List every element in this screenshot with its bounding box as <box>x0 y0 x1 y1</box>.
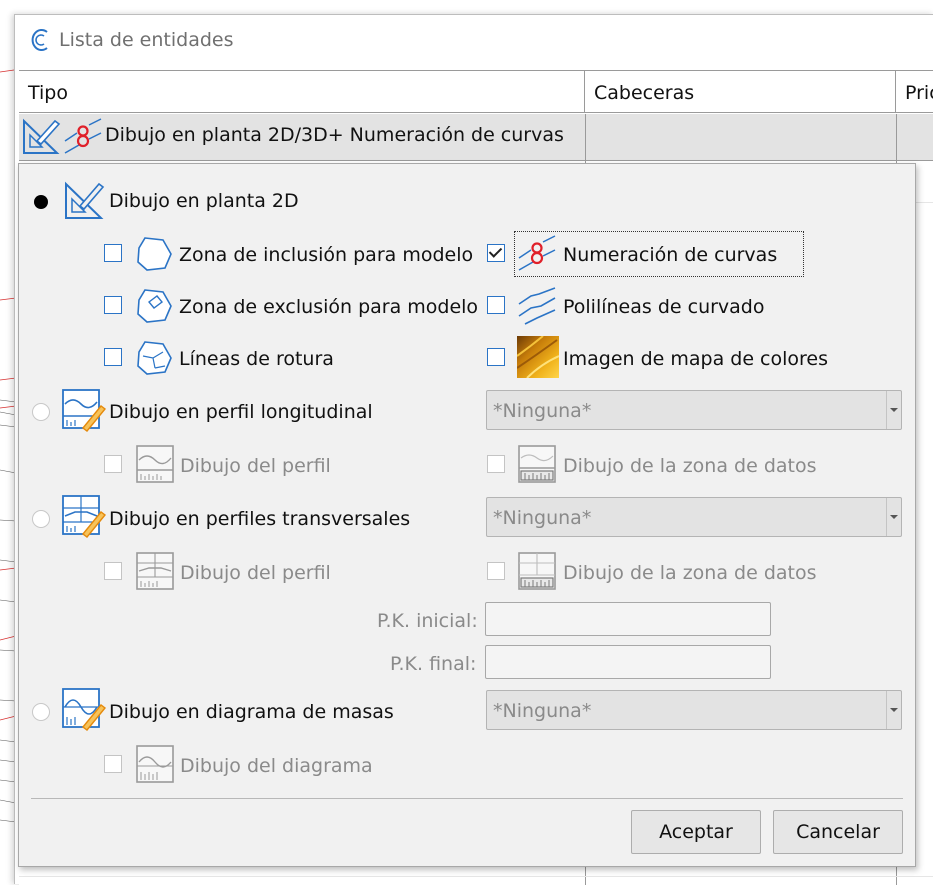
column-header-pric[interactable]: Pric <box>896 71 933 113</box>
checkbox-longitudinal-zona-datos[interactable] <box>487 455 505 473</box>
transversales-zona-datos-label: Dibujo de la zona de datos <box>563 562 817 584</box>
zona-inclusion-label: Zona de inclusión para modelo <box>179 244 474 266</box>
longitudinal-zona-datos-label: Dibujo de la zona de datos <box>563 455 817 477</box>
diagrama-masas-label: Dibujo en diagrama de masas <box>109 701 394 723</box>
checkbox-zona-exclusion[interactable] <box>104 296 122 314</box>
pk-final-input[interactable] <box>485 645 771 679</box>
longitudinal-select[interactable]: *Ninguna* <box>486 390 902 430</box>
checkbox-transversales-zona-datos[interactable] <box>487 562 505 580</box>
imagen-mapa-colores-label: Imagen de mapa de colores <box>563 348 829 370</box>
entity-type-popup: Dibujo en planta 2D Zona de inclusión pa… <box>18 163 916 867</box>
separator-line <box>31 798 903 799</box>
cross-section-icon <box>62 495 107 538</box>
cross-section-drawing-icon <box>136 552 174 590</box>
contour-numbering-icon <box>64 118 102 154</box>
longitudinal-select-value: *Ninguna* <box>493 400 592 422</box>
polilineas-curvado-label: Polilíneas de curvado <box>563 296 765 318</box>
data-zone-drawing-icon <box>518 445 556 483</box>
title-bar: Lista de entidades <box>15 15 933 67</box>
checkbox-transversales-perfil[interactable] <box>104 562 122 580</box>
diagram-drawing-icon <box>136 745 174 783</box>
app-logo-icon <box>31 29 48 51</box>
radio-perfil-longitudinal[interactable] <box>32 403 50 421</box>
pk-inicial-input[interactable] <box>485 602 771 636</box>
table-row[interactable]: Dibujo en planta 2D/3D+ Numeración de cu… <box>19 114 933 161</box>
checkbox-longitudinal-perfil[interactable] <box>104 455 122 473</box>
checkbox-numeracion-curvas[interactable] <box>487 244 505 262</box>
transversales-select-value: *Ninguna* <box>493 507 592 529</box>
contour-numbering-icon <box>518 235 556 271</box>
cancel-button[interactable]: Cancelar <box>773 810 903 854</box>
masas-select-value: *Ninguna* <box>493 700 592 722</box>
column-header-tipo[interactable]: Tipo <box>19 71 585 113</box>
checkbox-lineas-rotura[interactable] <box>104 348 122 366</box>
column-header-cabeceras[interactable]: Cabeceras <box>585 71 896 113</box>
chevron-down-icon[interactable] <box>886 498 901 536</box>
transversales-perfil-label: Dibujo del perfil <box>180 562 331 584</box>
data-zone-drawing-icon <box>518 552 556 590</box>
checkbox-polilineas-curvado[interactable] <box>487 296 505 314</box>
cell-divider <box>585 114 586 160</box>
accept-button[interactable]: Aceptar <box>631 810 761 854</box>
profile-drawing-icon <box>136 445 174 483</box>
transversales-select[interactable]: *Ninguna* <box>486 497 902 537</box>
exclusion-zone-icon <box>137 289 172 323</box>
window-title: Lista de entidades <box>59 29 234 51</box>
longitudinal-profile-icon <box>62 389 107 432</box>
checkbox-zona-inclusion[interactable] <box>104 244 122 262</box>
mass-diagram-icon <box>62 688 107 731</box>
color-map-image-icon <box>517 336 559 378</box>
pk-final-label: P.K. final: <box>390 653 477 675</box>
masas-diagrama-label: Dibujo del diagrama <box>180 755 373 777</box>
planta-2d-label: Dibujo en planta 2D <box>109 190 299 212</box>
row-gridline <box>19 876 933 877</box>
perfiles-transversales-label: Dibujo en perfiles transversales <box>109 508 411 530</box>
pk-inicial-label: P.K. inicial: <box>377 610 478 632</box>
contour-polylines-icon <box>518 287 556 325</box>
checkbox-imagen-mapa-colores[interactable] <box>487 348 505 366</box>
masas-select[interactable]: *Ninguna* <box>486 690 902 730</box>
chevron-down-icon[interactable] <box>886 391 901 429</box>
longitudinal-perfil-label: Dibujo del perfil <box>180 455 331 477</box>
lineas-rotura-label: Líneas de rotura <box>179 348 334 370</box>
radio-diagrama-masas[interactable] <box>32 703 50 721</box>
inclusion-zone-icon <box>137 237 172 271</box>
breaklines-icon <box>137 341 172 375</box>
numeracion-curvas-label: Numeración de curvas <box>563 244 778 266</box>
radio-planta-2d[interactable] <box>34 195 48 209</box>
cell-divider <box>896 114 897 160</box>
zona-exclusion-label: Zona de exclusión para modelo <box>179 296 479 318</box>
checkbox-masas-diagrama[interactable] <box>104 755 122 773</box>
row-type-label: Dibujo en planta 2D/3D+ Numeración de cu… <box>105 124 564 146</box>
radio-perfiles-transversales[interactable] <box>32 510 50 528</box>
set-square-pencil-icon <box>65 181 105 219</box>
perfil-longitudinal-label: Dibujo en perfil longitudinal <box>109 401 373 423</box>
chevron-down-icon[interactable] <box>886 691 901 729</box>
set-square-pencil-icon <box>23 118 61 154</box>
